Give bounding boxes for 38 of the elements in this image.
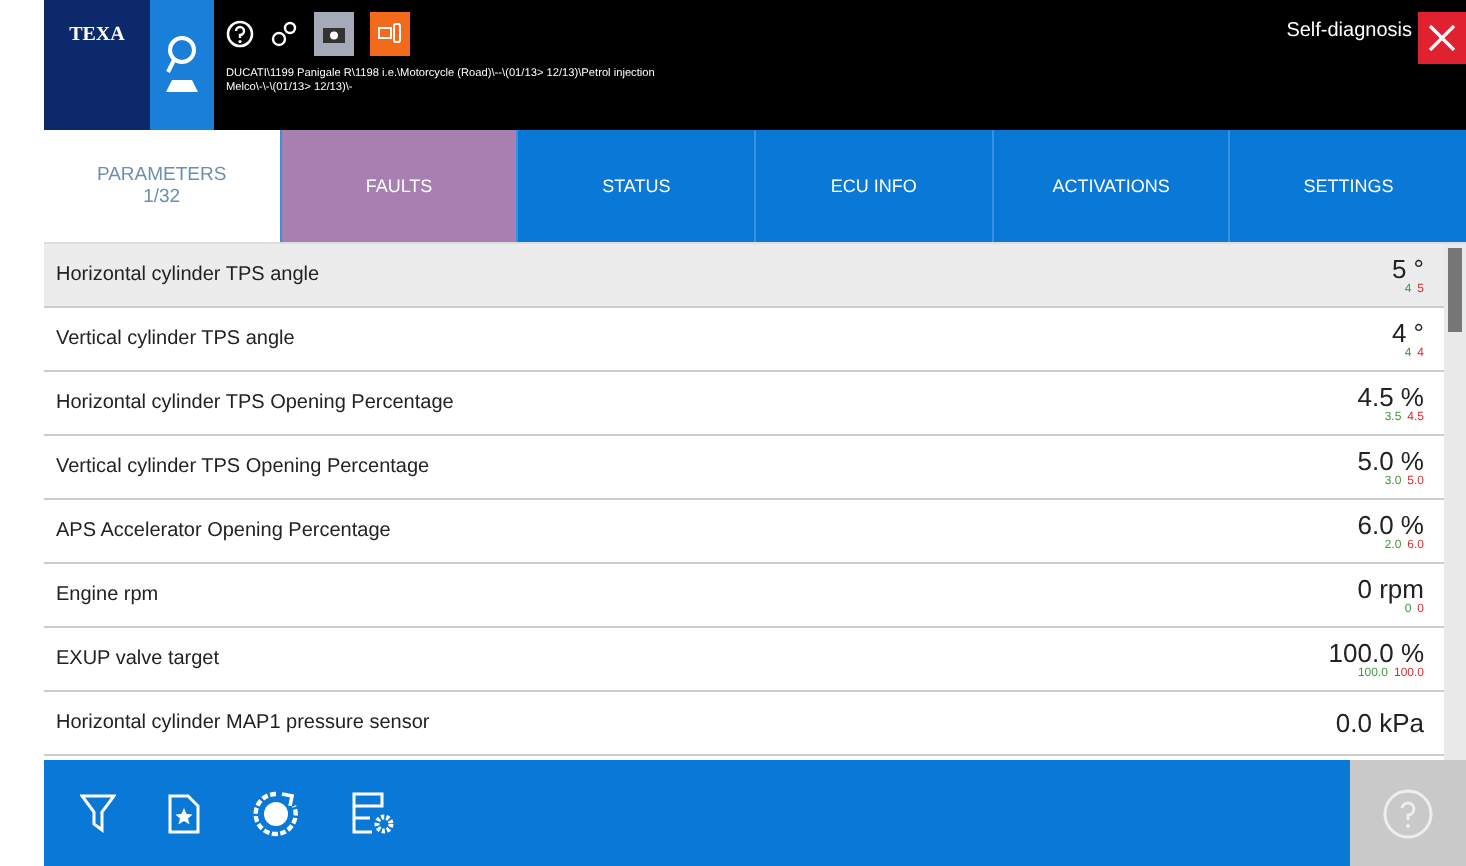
parameter-value: 0.0 kPa — [1335, 708, 1424, 738]
close-button[interactable] — [1418, 12, 1466, 64]
favorite-document-icon[interactable] — [168, 793, 200, 833]
parameter-name: Horizontal cylinder TPS angle — [56, 264, 320, 286]
tab[interactable]: STATUS — [516, 130, 755, 242]
parameter-name: Horizontal cylinder MAP1 pressure sensor — [56, 712, 430, 734]
search-button[interactable] — [150, 0, 214, 130]
texa-logo: TEXA — [44, 0, 150, 130]
min-max-reset-icon[interactable] — [252, 789, 300, 837]
parameter-value: 5 ° — [1391, 254, 1424, 284]
device-button[interactable] — [370, 12, 410, 56]
parameter-name: APS Accelerator Opening Percentage — [56, 520, 391, 542]
help-icon — [1382, 787, 1434, 839]
parameter-value: 100.0 % — [1328, 638, 1424, 668]
tab[interactable]: ECU INFO — [754, 130, 992, 242]
parameter-name: Horizontal cylinder TPS Opening Percentage — [56, 392, 454, 414]
parameter-name: EXUP valve target — [56, 648, 220, 670]
tab[interactable]: ACTIVATIONS — [991, 130, 1229, 242]
filter-icon[interactable] — [80, 793, 116, 833]
device-icon — [378, 22, 402, 46]
scroll-thumb[interactable] — [1448, 248, 1462, 332]
camera-button[interactable] — [314, 12, 354, 56]
camera-icon — [322, 24, 346, 44]
close-icon — [1428, 24, 1456, 52]
settings-icon[interactable] — [270, 20, 298, 48]
scrollbar[interactable] — [1444, 244, 1466, 760]
parameter-value: 0 rpm — [1357, 574, 1424, 604]
tab[interactable]: SETTINGS — [1228, 130, 1466, 242]
list-settings-icon[interactable] — [352, 791, 396, 835]
parameter-name: Vertical cylinder TPS angle — [56, 328, 295, 350]
parameter-name: Engine rpm — [56, 584, 159, 606]
parameter-value: 4.5 % — [1357, 382, 1424, 412]
parameter-value: 6.0 % — [1357, 510, 1424, 540]
window-title: Self-diagnosis — [1286, 18, 1414, 46]
parameter-value: 4 ° — [1391, 318, 1424, 348]
help-icon[interactable] — [226, 20, 254, 48]
parameter-value: 5.0 % — [1357, 446, 1424, 476]
parameter-name: Vertical cylinder TPS Opening Percentage — [56, 456, 430, 478]
